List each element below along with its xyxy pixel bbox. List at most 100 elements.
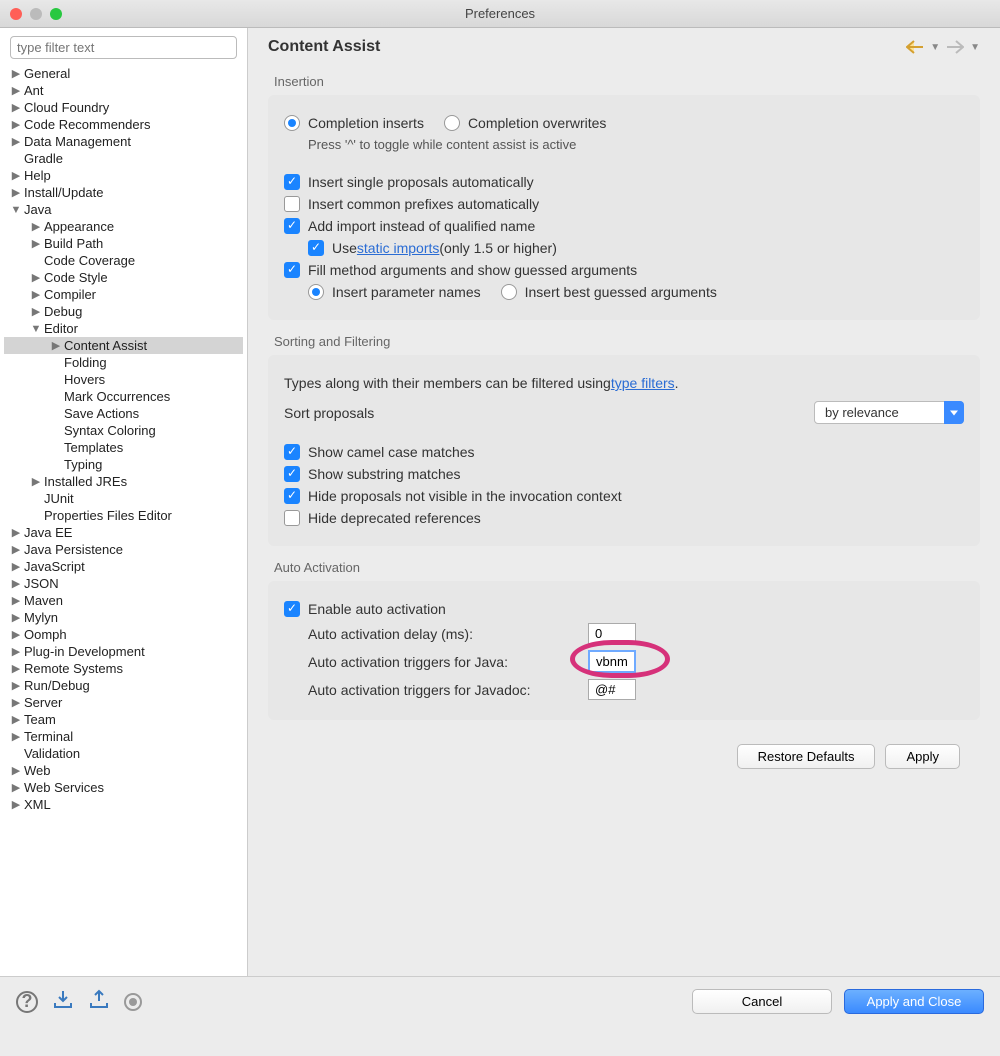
preferences-tree[interactable]: ▶General▶Ant▶Cloud Foundry▶Code Recommen… (4, 65, 243, 972)
tree-arrow-icon[interactable]: ▶ (10, 577, 22, 590)
tree-item[interactable]: ▶Build Path (4, 235, 243, 252)
tree-item[interactable]: ▶Ant (4, 82, 243, 99)
type-filters-link[interactable]: type filters (611, 375, 675, 391)
tree-item[interactable]: Syntax Coloring (4, 422, 243, 439)
forward-menu-icon[interactable]: ▼ (970, 42, 980, 53)
tree-arrow-icon[interactable]: ▶ (10, 560, 22, 573)
help-icon[interactable]: ? (16, 991, 38, 1013)
tree-item[interactable]: Code Coverage (4, 252, 243, 269)
tree-item[interactable]: ▶Java Persistence (4, 541, 243, 558)
tree-item[interactable]: ▶Maven (4, 592, 243, 609)
tree-arrow-icon[interactable]: ▶ (10, 798, 22, 811)
tree-item[interactable]: ▶Mylyn (4, 609, 243, 626)
insert-common-check[interactable] (284, 196, 300, 212)
tree-item[interactable]: ▶Appearance (4, 218, 243, 235)
tree-item[interactable]: Validation (4, 745, 243, 762)
fill-method-check[interactable] (284, 262, 300, 278)
tree-item[interactable]: ▶Content Assist (4, 337, 243, 354)
restore-defaults-button[interactable]: Restore Defaults (737, 744, 876, 769)
tree-item[interactable]: ▼Java (4, 201, 243, 218)
tree-arrow-icon[interactable]: ▶ (30, 288, 42, 301)
tree-item[interactable]: Templates (4, 439, 243, 456)
apply-and-close-button[interactable]: Apply and Close (844, 989, 984, 1014)
enable-auto-check[interactable] (284, 601, 300, 617)
tree-item[interactable]: Mark Occurrences (4, 388, 243, 405)
tree-item[interactable]: ▶General (4, 65, 243, 82)
tree-item[interactable]: ▶Data Management (4, 133, 243, 150)
insert-param-names-radio[interactable] (308, 284, 324, 300)
tree-item[interactable]: ▶Terminal (4, 728, 243, 745)
show-camel-check[interactable] (284, 444, 300, 460)
tree-arrow-icon[interactable]: ▶ (10, 543, 22, 556)
tree-item[interactable]: ▶Debug (4, 303, 243, 320)
filter-input[interactable] (10, 36, 237, 59)
apply-button[interactable]: Apply (885, 744, 960, 769)
tree-arrow-icon[interactable]: ▶ (30, 305, 42, 318)
tree-item[interactable]: ▶Help (4, 167, 243, 184)
tree-item[interactable]: Hovers (4, 371, 243, 388)
tree-arrow-icon[interactable]: ▶ (30, 475, 42, 488)
tree-arrow-icon[interactable]: ▶ (30, 271, 42, 284)
tree-arrow-icon[interactable]: ▶ (10, 628, 22, 641)
tree-arrow-icon[interactable]: ▶ (10, 679, 22, 692)
tree-arrow-icon[interactable]: ▶ (10, 611, 22, 624)
back-menu-icon[interactable]: ▼ (930, 42, 940, 53)
tree-item[interactable]: ▶Plug-in Development (4, 643, 243, 660)
tree-item[interactable]: ▶Cloud Foundry (4, 99, 243, 116)
tree-arrow-icon[interactable]: ▶ (10, 169, 22, 182)
tree-item[interactable]: Gradle (4, 150, 243, 167)
tree-item[interactable]: ▶Java EE (4, 524, 243, 541)
tree-item[interactable]: ▶Run/Debug (4, 677, 243, 694)
tree-arrow-icon[interactable]: ▶ (10, 594, 22, 607)
static-imports-link[interactable]: static imports (357, 240, 439, 256)
tree-arrow-icon[interactable]: ▶ (10, 696, 22, 709)
tree-item[interactable]: ▶JSON (4, 575, 243, 592)
java-triggers-input[interactable] (588, 650, 636, 673)
tree-item[interactable]: ▶Remote Systems (4, 660, 243, 677)
add-import-check[interactable] (284, 218, 300, 234)
tree-item[interactable]: ▶Install/Update (4, 184, 243, 201)
tree-arrow-icon[interactable]: ▶ (50, 339, 62, 352)
tree-item[interactable]: ▶JavaScript (4, 558, 243, 575)
delay-input[interactable] (588, 623, 636, 644)
tree-arrow-icon[interactable]: ▼ (30, 323, 42, 335)
insert-best-guessed-radio[interactable] (501, 284, 517, 300)
tree-arrow-icon[interactable]: ▶ (10, 781, 22, 794)
tree-item[interactable]: Folding (4, 354, 243, 371)
tree-item[interactable]: ▶Web Services (4, 779, 243, 796)
tree-arrow-icon[interactable]: ▶ (30, 237, 42, 250)
tree-arrow-icon[interactable]: ▶ (10, 713, 22, 726)
tree-arrow-icon[interactable]: ▶ (10, 84, 22, 97)
completion-overwrites-radio[interactable] (444, 115, 460, 131)
tree-arrow-icon[interactable]: ▶ (10, 645, 22, 658)
import-icon[interactable] (52, 989, 74, 1014)
forward-icon[interactable] (946, 40, 964, 54)
use-static-check[interactable] (308, 240, 324, 256)
tree-item[interactable]: Properties Files Editor (4, 507, 243, 524)
tree-item[interactable]: ▶Oomph (4, 626, 243, 643)
tree-arrow-icon[interactable]: ▼ (10, 204, 22, 216)
tree-arrow-icon[interactable]: ▶ (10, 135, 22, 148)
tree-item[interactable]: ▼Editor (4, 320, 243, 337)
tree-arrow-icon[interactable]: ▶ (10, 118, 22, 131)
tree-arrow-icon[interactable]: ▶ (10, 67, 22, 80)
tree-arrow-icon[interactable]: ▶ (10, 764, 22, 777)
tree-arrow-icon[interactable]: ▶ (10, 526, 22, 539)
tree-item[interactable]: ▶XML (4, 796, 243, 813)
tree-item[interactable]: ▶Code Style (4, 269, 243, 286)
tree-arrow-icon[interactable]: ▶ (10, 730, 22, 743)
insert-single-check[interactable] (284, 174, 300, 190)
hide-deprecated-check[interactable] (284, 510, 300, 526)
record-icon[interactable] (124, 993, 142, 1011)
tree-arrow-icon[interactable]: ▶ (10, 101, 22, 114)
tree-item[interactable]: ▶Installed JREs (4, 473, 243, 490)
tree-item[interactable]: ▶Server (4, 694, 243, 711)
completion-inserts-radio[interactable] (284, 115, 300, 131)
tree-arrow-icon[interactable]: ▶ (10, 662, 22, 675)
tree-item[interactable]: ▶Compiler (4, 286, 243, 303)
tree-item[interactable]: Save Actions (4, 405, 243, 422)
tree-arrow-icon[interactable]: ▶ (10, 186, 22, 199)
javadoc-triggers-input[interactable] (588, 679, 636, 700)
show-substring-check[interactable] (284, 466, 300, 482)
hide-proposals-check[interactable] (284, 488, 300, 504)
